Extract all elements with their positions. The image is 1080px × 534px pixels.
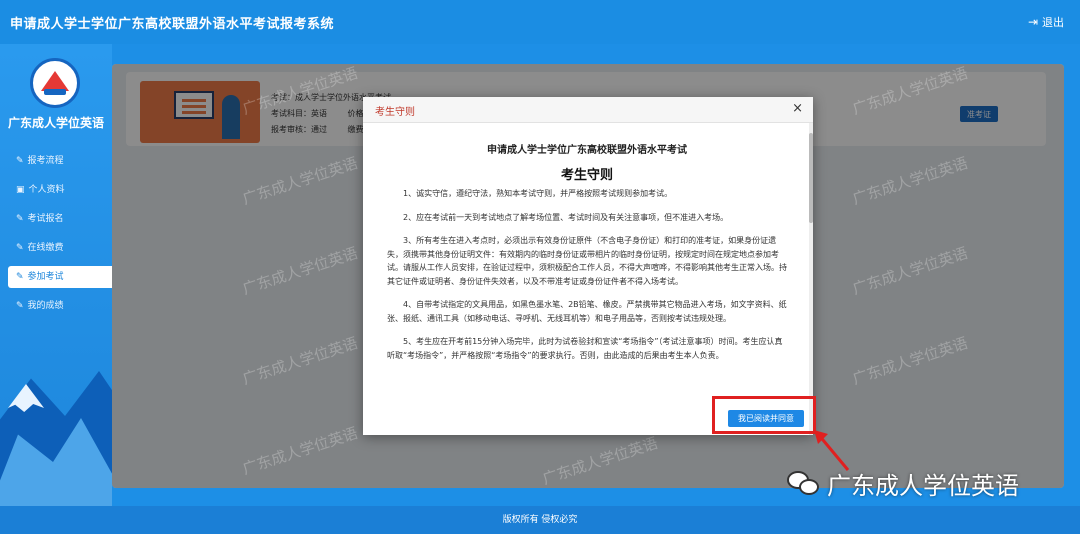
logout-button[interactable]: ⇥ 退出 [1028,14,1064,30]
sidebar-item-my-scores[interactable]: ✎ 我的成绩 [8,295,112,317]
modal-header: 考生守则 × [363,97,813,123]
sidebar-item-label: 考试报名 [27,214,64,224]
edit-icon: ✎ [16,301,24,311]
rule-paragraph: 5、考生应在开考前15分钟入场完毕，此时为试卷验封和宣读“考场指令”（考试注意事… [387,337,783,360]
scrollbar-thumb[interactable] [809,133,813,223]
sidebar-item-label: 报考流程 [27,156,64,166]
edit-icon: ✎ [16,243,24,253]
edit-icon: ✎ [16,156,24,166]
rule-paragraph: 2、应在考试前一天到考试地点了解考场位置、考试时间及有关注意事项，但不准进入考场… [403,212,729,222]
document-title: 考生守则 [560,168,613,183]
sidebar-item-label: 我的成绩 [27,301,64,311]
close-icon[interactable]: × [792,101,803,116]
sidebar-item-take-exam[interactable]: ✎ 参加考试 [8,266,112,288]
rule-paragraph: 4、自带考试指定的文具用品，如黑色墨水笔、2B铅笔、橡皮。严禁携带其它物品进入考… [387,300,787,323]
document-organization: 申请成人学士学位广东高校联盟外语水平考试 [487,145,687,156]
system-title: 申请成人学士学位广东高校联盟外语水平考试报考系统 [10,16,335,32]
sidebar-brand: 广东成人学位英语 [7,116,104,130]
wechat-account-name: 广东成人学位英语 [827,472,1019,500]
sidebar-item-profile[interactable]: ▣ 个人资料 [8,179,112,201]
logout-icon: ⇥ [1027,15,1038,29]
edit-icon: ✎ [16,272,24,282]
sidebar-item-online-payment[interactable]: ✎ 在线缴费 [8,237,112,259]
logout-label: 退出 [1042,16,1064,29]
sidebar-nav: ✎ 报考流程 ▣ 个人资料 ✎ 考试报名 ✎ 在线缴费 ✎ 参加考试 ✎ 我的成… [8,150,112,324]
sidebar-item-label: 个人资料 [28,185,65,195]
wechat-badge: 广东成人学位英语 [787,466,1019,501]
rule-paragraph: 1、诚实守信，遵纪守法，熟知本考试守则，并严格按照考试规则参加考试。 [403,189,673,198]
copyright-text: 版权所有 侵权必究 [502,515,578,525]
sidebar-item-label: 参加考试 [27,272,64,282]
rule-paragraph: 3、所有考生在进入考点时，必须出示有效身份证原件（不含电子身份证）和打印的准考证… [387,236,787,286]
highlight-box [712,396,816,434]
footer: 版权所有 侵权必究 [0,506,1080,534]
modal-scrollbar[interactable] [809,123,813,435]
university-logo [30,58,80,108]
modal-title: 考生守则 [375,107,415,118]
sidebar-item-exam-signup[interactable]: ✎ 考试报名 [8,208,112,230]
sidebar-item-registration-process[interactable]: ✎ 报考流程 [8,150,112,172]
top-header: 申请成人学士学位广东高校联盟外语水平考试报考系统 ⇥ 退出 [0,0,1080,44]
modal-body: 申请成人学士学位广东高校联盟外语水平考试 考生守则 1、诚实守信，遵纪守法，熟知… [387,141,787,372]
id-card-icon: ▣ [16,185,25,195]
sidebar-item-label: 在线缴费 [27,243,64,253]
sidebar: 广东成人学位英语 ✎ 报考流程 ▣ 个人资料 ✎ 考试报名 ✎ 在线缴费 ✎ 参… [0,44,112,506]
exam-rules-modal: 考生守则 × 申请成人学士学位广东高校联盟外语水平考试 考生守则 1、诚实守信，… [363,97,813,435]
edit-icon: ✎ [16,214,24,224]
wechat-icon [787,469,821,499]
